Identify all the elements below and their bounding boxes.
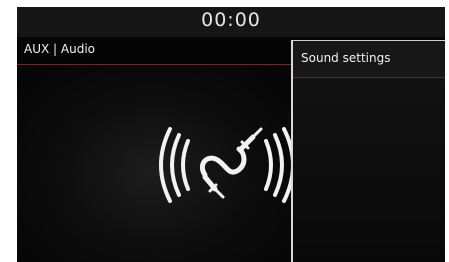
clock: 00:00 — [201, 9, 261, 31]
sound-settings-title: Sound settings — [301, 51, 391, 65]
status-bar: 00:00 — [17, 7, 445, 37]
left-signal-waves-icon — [159, 127, 190, 203]
right-signal-waves-icon — [264, 127, 295, 203]
infotainment-screen: 00:00 AUX | Audio Sound settings — [17, 7, 445, 262]
sound-settings-body — [293, 78, 445, 262]
source-title: AUX | Audio — [24, 42, 95, 56]
cable-icon — [199, 146, 247, 178]
plug-top-icon — [238, 127, 263, 152]
sound-settings-panel: Sound settings — [291, 40, 445, 262]
plug-bottom-icon — [202, 174, 225, 199]
sound-settings-header[interactable]: Sound settings — [293, 41, 445, 78]
aux-cable-icon — [159, 127, 295, 203]
